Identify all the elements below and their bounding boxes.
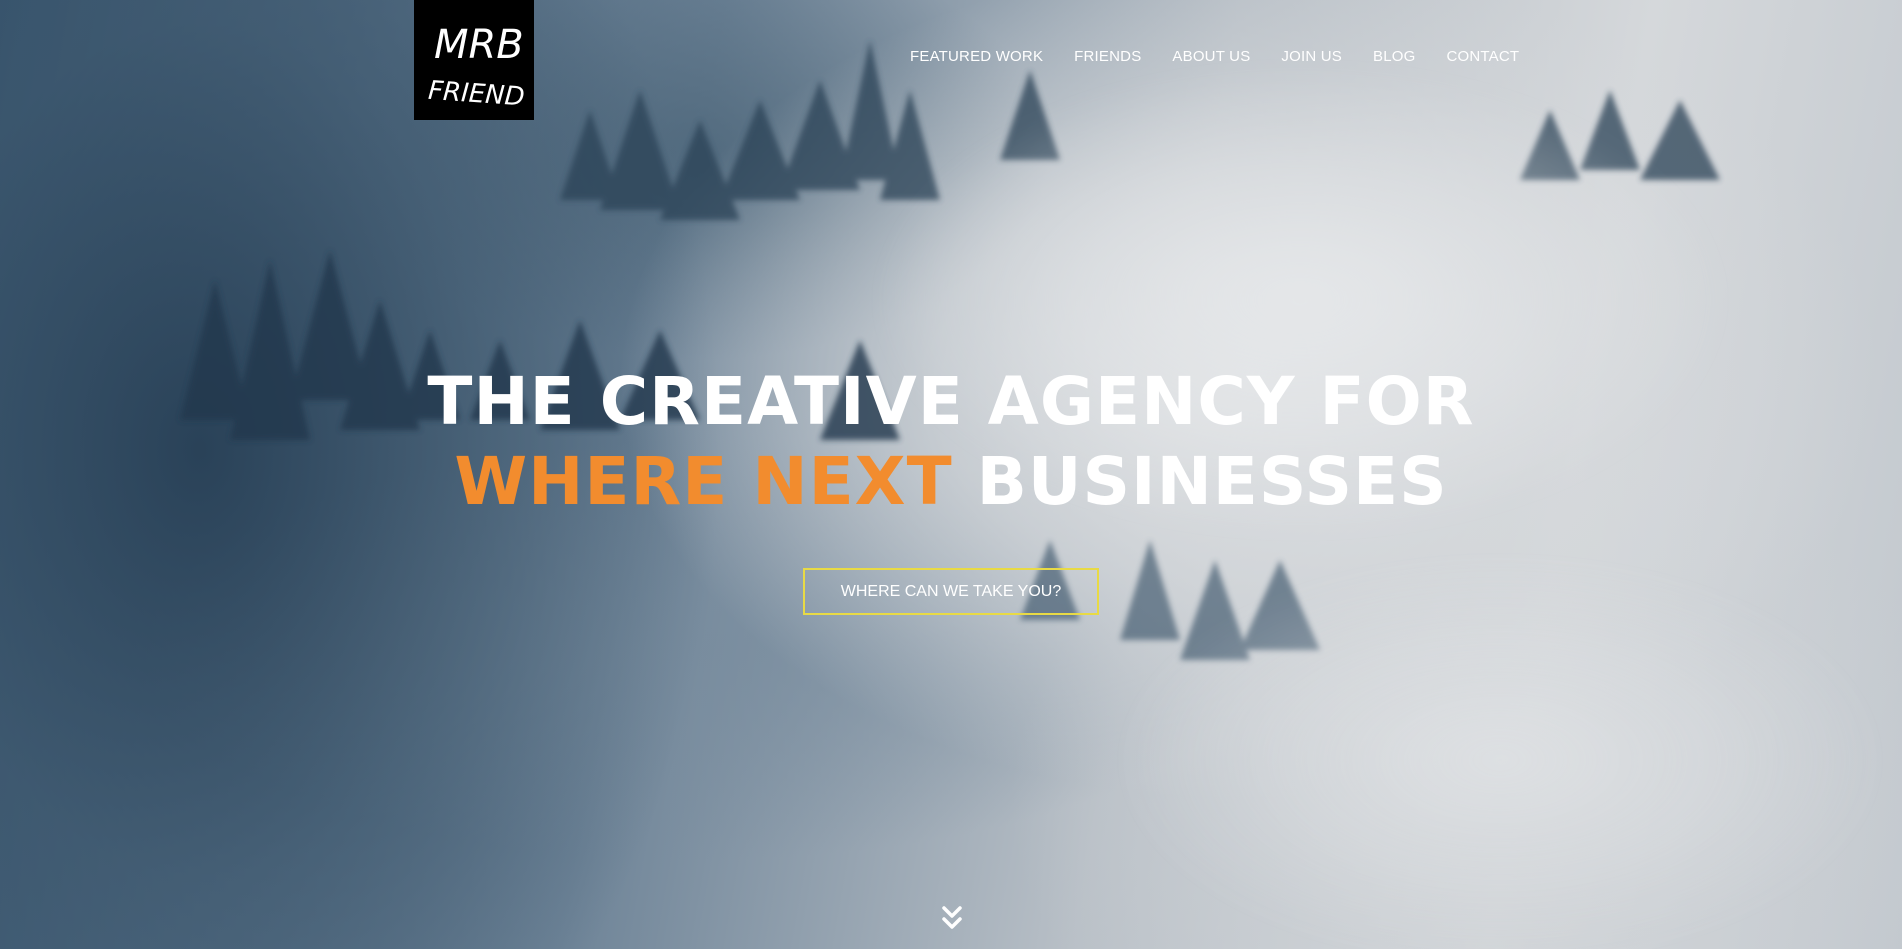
- headline-line1: THE CREATIVE AGENCY FOR: [427, 363, 1475, 440]
- headline-accent: WHERE NEXT: [454, 443, 953, 520]
- logo-mark: MRB FRIEND: [427, 22, 525, 113]
- headline-line2: WHERE NEXT BUSINESSES: [0, 442, 1902, 522]
- logo-text-line2: FRIEND: [427, 76, 525, 113]
- nav-item-featured-work[interactable]: FEATURED WORK: [910, 48, 1043, 65]
- hero-section: MRB FRIEND FEATURED WORK FRIENDS ABOUT U…: [0, 0, 1902, 949]
- logo-text-line1: MRB: [434, 22, 524, 68]
- main-nav: FEATURED WORK FRIENDS ABOUT US JOIN US B…: [910, 48, 1519, 65]
- nav-item-contact[interactable]: CONTACT: [1446, 48, 1519, 65]
- cta-button[interactable]: WHERE CAN WE TAKE YOU?: [803, 568, 1099, 615]
- headline-rest: BUSINESSES: [976, 443, 1448, 520]
- nav-item-join-us[interactable]: JOIN US: [1281, 48, 1342, 65]
- hero-headline: THE CREATIVE AGENCY FOR WHERE NEXT BUSIN…: [0, 362, 1902, 522]
- double-chevron-down-icon[interactable]: [941, 904, 963, 932]
- nav-item-friends[interactable]: FRIENDS: [1074, 48, 1141, 65]
- brand-logo[interactable]: MRB FRIEND: [414, 0, 534, 120]
- nav-item-blog[interactable]: BLOG: [1373, 48, 1415, 65]
- nav-item-about-us[interactable]: ABOUT US: [1172, 48, 1250, 65]
